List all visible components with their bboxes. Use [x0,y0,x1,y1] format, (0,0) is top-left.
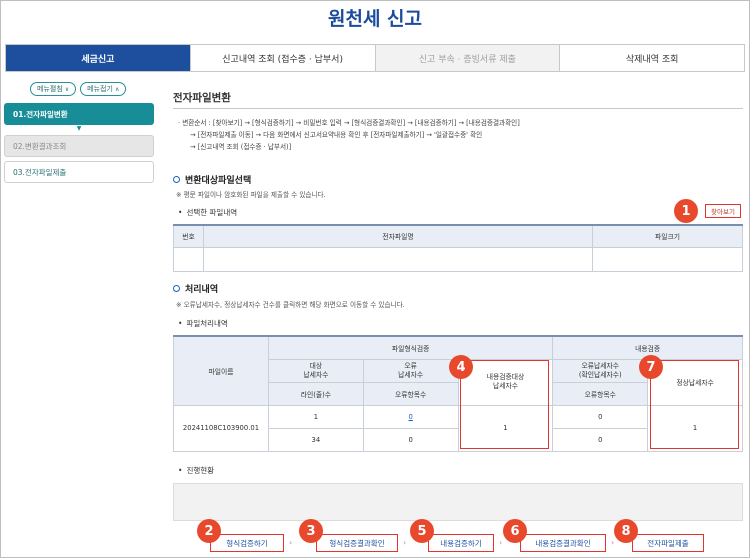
menu-collapse-label: 메뉴접기 [87,85,113,93]
processing-note: ※ 오류납세자수, 정상납세자수 건수를 클릭하면 해당 화면으로 이동할 수 … [176,301,405,309]
cell-file-name: 20241108C103900.01 [173,404,269,452]
circle-bullet-icon [173,285,180,292]
step-badge-2: 2 [197,519,221,543]
step-line-2: → [전자파일제출 이동] → 다음 화면에서 신고서요약내용 확인 후 [전자… [190,131,483,139]
chevron-right-icon: › [611,538,615,547]
file-select-title: 변환대상파일선택 [173,173,251,186]
chevron-right-icon: › [403,538,407,547]
header-content-error: 오류납세자수 (확인납세자수) [552,358,649,383]
page-title: 원천세 신고 [327,8,422,30]
cell-target-taxpayers: 1 [267,404,364,429]
content-check-button[interactable]: 내용검증하기 [428,534,494,552]
step-badge-7: 7 [639,355,663,379]
file-submit-button[interactable]: 전자파일제출 [632,534,704,552]
step-badge-1: 1 [674,199,698,223]
chevron-right-icon: › [499,538,503,547]
conversion-steps: · 변환순서 : [찾아보기] → [형식검증하기] → 비밀번호 입력 → [… [178,117,520,153]
circle-bullet-icon [173,176,180,183]
highlight-normal-taxpayers [650,360,739,449]
step-badge-5: 5 [410,519,434,543]
sidebar-menu: 01.전자파일변환 ▼ 02.변환결과조회 03.전자파일제출 [4,103,154,187]
progress-subtitle: 진행현황 [178,465,214,476]
header-line-count: 라인(줄)수 [267,381,364,406]
main-tabs: 세금신고 신고내역 조회 (접수증 · 납부서) 신고 부속 · 증빙서류 제출… [5,44,745,72]
menu-expand-button[interactable]: 메뉴펼침 ∨ [30,82,77,96]
step-line-3: → [신고내역 조회 (접수증 · 납부서)] [190,143,292,151]
menu-expand-label: 메뉴펼침 [37,85,63,93]
tab-deleted-history[interactable]: 삭제내역 조회 [560,45,744,71]
step-badge-4: 4 [449,355,473,379]
header-target-taxpayers: 대상 납세자수 [267,358,364,383]
step-badge-8: 8 [614,519,638,543]
highlight-content-target [460,360,549,449]
format-check-button[interactable]: 형식검증하기 [210,534,284,552]
selected-files-subtitle: 선택한 파일내역 [178,207,237,218]
chevron-down-icon: ∨ [64,85,70,93]
step-line-1: · 변환순서 : [찾아보기] → [형식검증하기] → 비밀번호 입력 → [… [178,119,520,127]
header-error-items: 오류항목수 [362,381,459,406]
sidebar-item-conversion-result[interactable]: 02.변환결과조회 [4,135,154,157]
cell-content-error: 0 [552,404,649,429]
processing-title-text: 처리내역 [185,285,219,295]
cell-error-items: 0 [362,427,459,452]
sidebar-toggle-group: 메뉴펼침 ∨ 메뉴접기 ∧ [30,82,127,96]
cell-error-taxpayers[interactable]: 0 [362,404,459,429]
column-header-number: 번호 [173,224,204,248]
file-select-note: ※ 평문 파일이나 암호화된 파일을 제출할 수 있습니다. [176,191,326,199]
table-row [173,246,743,272]
processing-title: 처리내역 [173,282,218,295]
browse-button[interactable]: 찾아보기 [705,204,741,218]
file-processing-subtitle: 파일처리내역 [178,318,227,329]
menu-collapse-button[interactable]: 메뉴접기 ∧ [80,82,127,96]
step-badge-3: 3 [299,519,323,543]
header-format-check: 파일형식검증 [267,335,554,360]
cell-line-count: 34 [267,427,364,452]
sidebar-item-file-submit[interactable]: 03.전자파일제출 [4,161,154,183]
progress-panel [173,483,743,521]
cell-content-error-items: 0 [552,427,649,452]
tab-filing-history[interactable]: 신고내역 조회 (접수증 · 납부서) [190,45,376,71]
step-badge-6: 6 [503,519,527,543]
tab-tax-filing[interactable]: 세금신고 [6,45,191,71]
tab-supporting-docs: 신고 부속 · 증빙서류 제출 [375,45,561,71]
header-content-error-items: 오류항목수 [552,381,649,406]
selected-files-table: 번호 전자파일명 파일크기 [173,224,743,272]
divider [173,108,743,109]
arrow-down-icon: ▼ [76,125,82,132]
column-header-file-name: 전자파일명 [203,224,593,248]
chevron-right-icon: › [289,538,293,547]
column-header-file-size: 파일크기 [592,224,743,248]
sidebar-item-file-conversion[interactable]: 01.전자파일변환 [4,103,154,125]
section-heading: 전자파일변환 [173,92,231,104]
error-taxpayers-link[interactable]: 0 [409,413,413,421]
header-file-name: 파일이름 [173,335,269,406]
chevron-up-icon: ∧ [114,85,120,93]
header-error-taxpayers: 오류 납세자수 [362,358,459,383]
content-result-button[interactable]: 내용검증결과확인 [520,534,606,552]
format-result-button[interactable]: 형식검증결과확인 [316,534,398,552]
file-select-title-text: 변환대상파일선택 [185,176,252,186]
